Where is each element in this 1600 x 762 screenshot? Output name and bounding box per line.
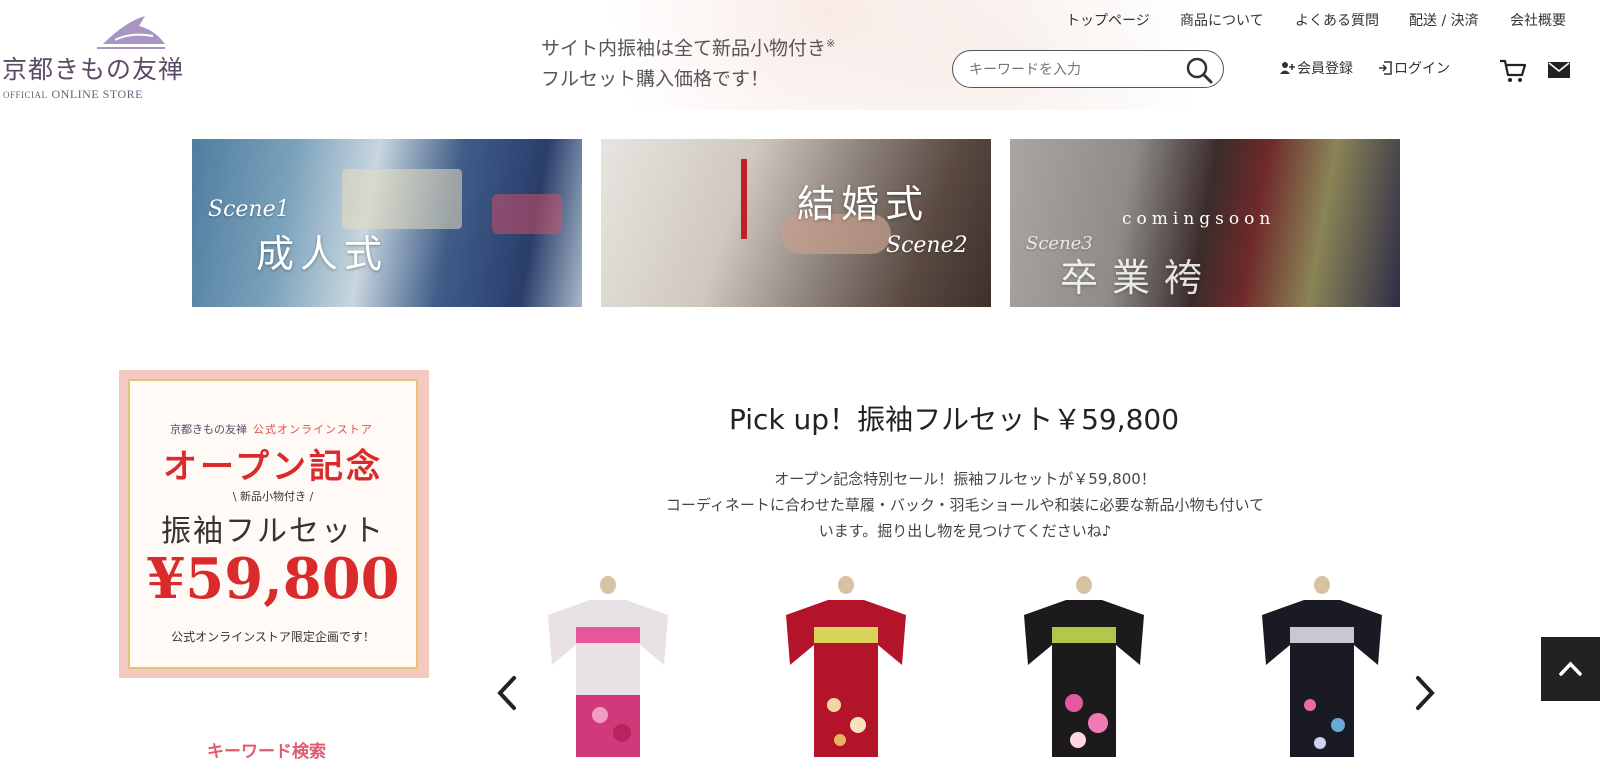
promo-product: 振袖フルセット <box>161 514 385 549</box>
pickup-description: オープン記念特別セール！振袖フルセットが￥59,800！ コーディネートに合わせ… <box>665 470 1265 540</box>
banner-seijinshiki[interactable]: Scene1 成人式 <box>192 139 582 307</box>
promo-brand: 京都きもの友禅 公式オンラインストア <box>170 423 373 436</box>
nav-shipping-payment[interactable]: 配送 / 決済 <box>1409 10 1479 30</box>
register-link[interactable]: 会員登録 <box>1280 58 1353 78</box>
carousel-next-icon[interactable] <box>1410 672 1440 714</box>
cart-icon[interactable] <box>1499 58 1527 84</box>
nav-top-page[interactable]: トップページ <box>1066 10 1150 30</box>
coming-soon-badge: comingsoon <box>1122 209 1276 229</box>
product-image-kimono-4[interactable] <box>1254 575 1394 757</box>
banner-kekkonshiki[interactable]: 結婚式 Scene2 <box>601 139 991 307</box>
banner-title: 卒業袴 <box>1060 256 1217 300</box>
promo-headline: オープン記念 <box>163 447 383 487</box>
chevron-up-icon <box>1559 661 1582 676</box>
banner-title: 結婚式 <box>797 182 930 226</box>
login-icon <box>1379 61 1392 75</box>
mail-icon[interactable] <box>1547 61 1571 79</box>
banner-script: Scene2 <box>886 233 968 258</box>
nav-company[interactable]: 会社概要 <box>1510 10 1566 30</box>
pickup-title: Pick up！振袖フルセット￥59,800 <box>729 403 1180 436</box>
product-image-kimono-3[interactable] <box>1016 575 1156 757</box>
promo-card: 京都きもの友禅 公式オンラインストア オープン記念 \ 新品小物付き / 振袖フル… <box>128 379 418 669</box>
nav-products[interactable]: 商品について <box>1180 10 1264 30</box>
back-to-top-button[interactable] <box>1541 637 1600 701</box>
banner-script: Scene1 <box>208 197 290 222</box>
promo-small-label: \ 新品小物付き / <box>232 490 314 503</box>
header-notice: サイト内振袖は全て新品小物付き※ フルセット購入価格です！ <box>541 37 836 91</box>
product-image-kimono-2[interactable] <box>778 575 918 757</box>
promo-banner[interactable]: 京都きもの友禅 公式オンラインストア オープン記念 \ 新品小物付き / 振袖フル… <box>119 370 429 678</box>
keyword-search-heading: キーワード検索 <box>207 742 326 762</box>
carousel-prev-icon[interactable] <box>492 672 522 714</box>
logo-name[interactable]: 京都きもの友禅 <box>2 50 184 86</box>
banner-title: 成人式 <box>256 232 389 276</box>
search-input[interactable] <box>967 57 1181 83</box>
search-box[interactable] <box>952 50 1224 88</box>
user-plus-icon <box>1280 62 1295 74</box>
banner-sotsugyo[interactable]: comingsoon Scene3 卒業袴 <box>1010 139 1400 307</box>
product-image-kimono-1[interactable] <box>540 575 680 757</box>
search-icon[interactable] <box>1185 56 1213 84</box>
nav-faq[interactable]: よくある質問 <box>1295 10 1379 30</box>
promo-footer: 公式オンラインストア限定企画です！ <box>171 630 375 644</box>
logo-mark-icon <box>97 16 165 49</box>
logo-subtitle: OFFICIAL ONLINE STORE <box>3 87 143 101</box>
login-link[interactable]: ログイン <box>1378 58 1450 78</box>
promo-price: ¥59,800 <box>146 546 400 612</box>
